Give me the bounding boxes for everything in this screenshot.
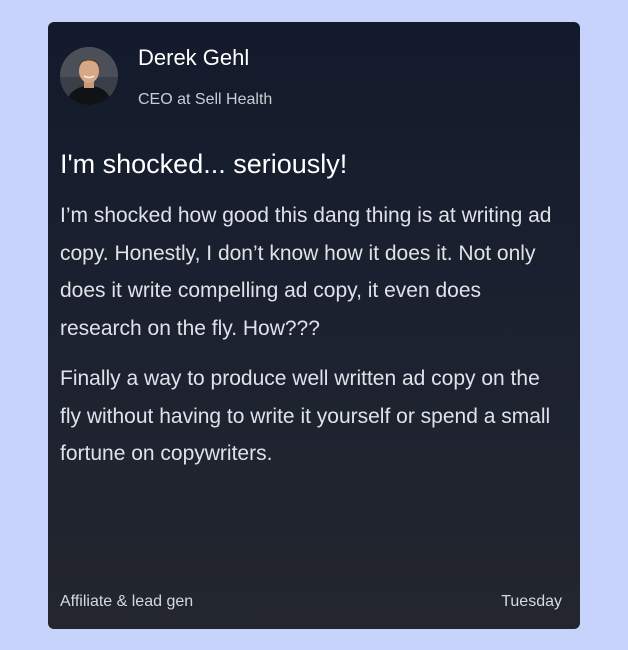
testimonial-body: I’m shocked how good this dang thing is …: [60, 197, 560, 486]
date-label: Tuesday: [501, 593, 562, 610]
testimonial-headline: I'm shocked... seriously!: [60, 149, 348, 179]
testimonial-paragraph: Finally a way to produce well written ad…: [60, 367, 551, 465]
testimonial-card: Derek Gehl CEO at Sell Health I'm shocke…: [48, 22, 580, 629]
author-name: Derek Gehl: [138, 45, 250, 70]
category-label: Affiliate & lead gen: [60, 593, 194, 610]
avatar-photo: [60, 47, 118, 105]
author-role: CEO at Sell Health: [138, 91, 273, 108]
testimonial-paragraph: I’m shocked how good this dang thing is …: [60, 204, 552, 340]
avatar: [60, 47, 118, 105]
